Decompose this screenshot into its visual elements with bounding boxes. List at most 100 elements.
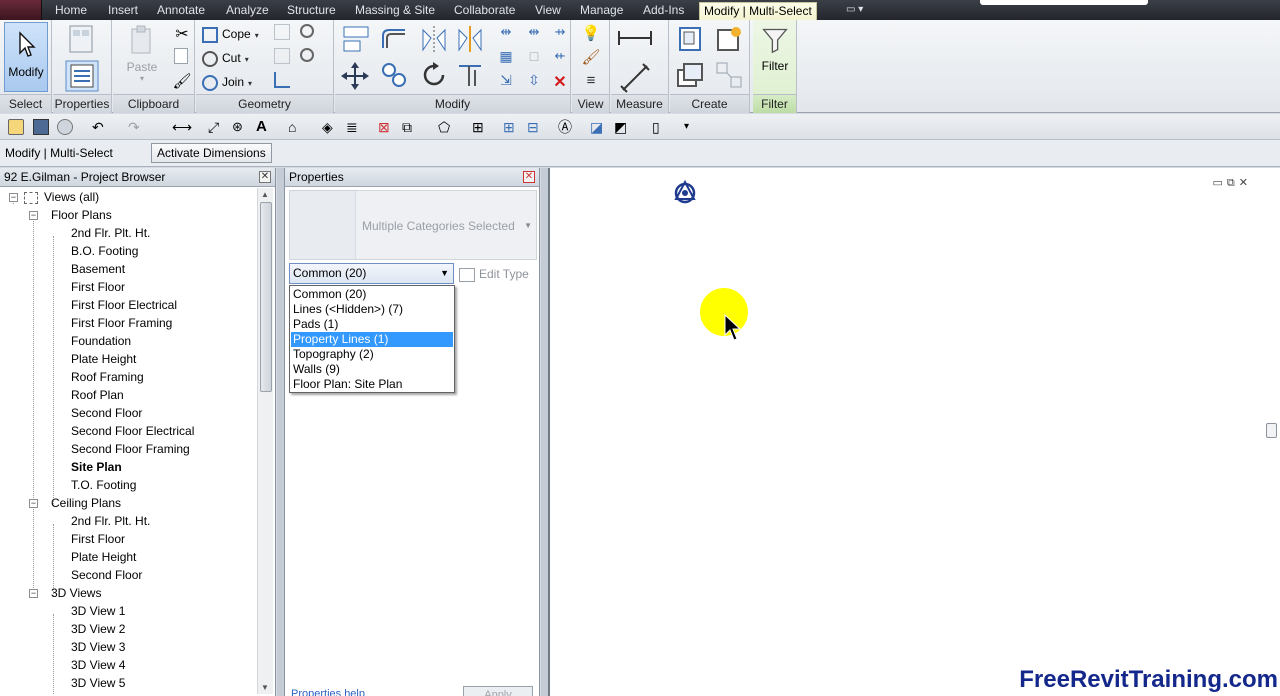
mirror-draw-axis-icon[interactable] — [455, 24, 485, 54]
grid-qat-icon[interactable]: ⊞ — [472, 119, 488, 135]
scale-icon[interactable]: □ — [523, 48, 545, 70]
tab-annotate[interactable]: Annotate — [153, 2, 209, 20]
aligned-dimension-icon[interactable] — [619, 62, 651, 94]
tab-manage[interactable]: Manage — [576, 2, 627, 20]
dropdown-option[interactable]: Walls (9) — [291, 362, 453, 377]
minimize-icon[interactable]: ▭ — [1213, 177, 1227, 189]
split-with-gap-icon[interactable]: ⇷ — [549, 48, 571, 70]
tree-3d-views[interactable]: 3D Views — [51, 584, 101, 602]
redo-icon[interactable]: ↷ — [128, 119, 144, 135]
floor-qat-icon[interactable]: ◪ — [590, 119, 606, 135]
measure-between-icon[interactable] — [617, 28, 653, 48]
copy-clipboard-icon[interactable] — [174, 48, 188, 64]
lightbulb-icon[interactable]: 💡 — [580, 24, 602, 46]
undo-icon[interactable]: ↶ — [92, 119, 108, 135]
tab-view[interactable]: View — [531, 2, 565, 20]
pin-icon[interactable]: ⇳ — [523, 72, 545, 94]
annotate-qat-icon[interactable]: Ⓐ — [558, 119, 574, 135]
tree-floor-plans[interactable]: Floor Plans — [51, 206, 112, 224]
mirror-pick-axis-icon[interactable] — [419, 24, 449, 54]
delete-icon[interactable]: ✕ — [549, 72, 571, 94]
project-browser-close-icon[interactable]: ✕ — [259, 171, 271, 183]
trim-multiple-icon[interactable]: ⇸ — [549, 24, 571, 46]
tree-item[interactable]: Roof Framing — [71, 368, 144, 386]
unpin-icon[interactable]: ⇲ — [495, 72, 517, 94]
join-button[interactable]: Join ▾ — [202, 72, 252, 92]
ribbon-minimize-icon[interactable]: ▭ ▾ — [846, 5, 872, 15]
3d-views-collapse-toggle[interactable]: − — [29, 589, 38, 598]
info-center-search[interactable] — [980, 0, 1148, 5]
properties-icon[interactable] — [65, 60, 99, 92]
apply-button[interactable]: Apply — [463, 686, 533, 696]
open-icon[interactable] — [8, 119, 24, 135]
paste-dropdown-icon[interactable]: ▾ — [121, 74, 163, 83]
create-similar-icon[interactable] — [714, 60, 744, 90]
tree-item[interactable]: Second Floor Electrical — [71, 422, 194, 440]
sync-central-icon[interactable] — [57, 119, 73, 135]
rotate-icon[interactable] — [419, 60, 449, 90]
split-element-icon[interactable]: ⇹ — [495, 24, 517, 46]
tree-item[interactable]: Roof Plan — [71, 386, 124, 404]
pick-new-icon[interactable] — [300, 48, 314, 62]
trim-extend-icon[interactable] — [455, 60, 485, 90]
restore-icon[interactable]: ⧉ — [1227, 177, 1239, 189]
section-qat-icon[interactable]: ◈ — [322, 119, 338, 135]
cut-dropdown-icon[interactable]: ▾ — [245, 55, 249, 64]
tree-item[interactable]: First Floor Electrical — [71, 296, 177, 314]
drawing-area[interactable]: ▭⧉✕ FreeRevitTraining.com — [548, 168, 1280, 696]
split-face-icon[interactable] — [274, 48, 290, 64]
edit-type-button[interactable]: Edit Type — [459, 264, 529, 284]
tree-ceiling-plans[interactable]: Ceiling Plans — [51, 494, 121, 512]
create-group-icon[interactable] — [676, 60, 706, 90]
dropdown-option[interactable]: Floor Plan: Site Plan — [291, 377, 453, 392]
array-icon[interactable]: ▦ — [495, 48, 517, 70]
tree-item[interactable]: Second Floor — [71, 404, 142, 422]
copy-icon[interactable] — [379, 60, 409, 90]
customize-qat-dropdown-icon[interactable]: ▾ — [684, 119, 700, 135]
tab-analyze[interactable]: Analyze — [222, 2, 273, 20]
create-assembly-icon[interactable] — [676, 24, 706, 54]
tree-item[interactable]: 3D View 4 — [71, 656, 125, 674]
tree-item[interactable]: Plate Height — [71, 548, 136, 566]
tab-collaborate[interactable]: Collaborate — [450, 2, 519, 20]
tile-windows-icon[interactable]: ⊞ — [503, 119, 519, 135]
tree-item[interactable]: First Floor — [71, 530, 125, 548]
switch-windows-icon[interactable]: ⧉ — [402, 119, 418, 135]
tree-item[interactable]: 3D View 3 — [71, 638, 125, 656]
wall-joins-icon[interactable] — [274, 24, 290, 40]
tree-item[interactable]: 2nd Flr. Plt. Ht. — [71, 224, 150, 242]
cut-geometry-button[interactable]: Cut ▾ — [202, 48, 249, 68]
tab-insert[interactable]: Insert — [104, 2, 142, 20]
create-parts-icon[interactable] — [714, 24, 744, 54]
dropdown-option[interactable]: Common (20) — [291, 287, 453, 302]
tree-item[interactable]: Second Floor — [71, 566, 142, 584]
tree-views-all[interactable]: Views (all) — [24, 188, 99, 206]
split-gap-icon[interactable]: ⇹ — [523, 24, 545, 46]
default-3d-view-icon[interactable]: ⌂ — [288, 119, 304, 135]
floor-plans-collapse-toggle[interactable]: − — [29, 211, 38, 220]
cascade-windows-icon[interactable]: ⊟ — [527, 119, 543, 135]
views-all-collapse-toggle[interactable]: − — [9, 193, 18, 202]
tree-item[interactable]: Plate Height — [71, 350, 136, 368]
tree-item-active-view[interactable]: Site Plan — [71, 458, 122, 476]
panel-splitter[interactable] — [541, 168, 548, 696]
close-icon[interactable]: ✕ — [1239, 177, 1252, 189]
move-icon[interactable] — [339, 60, 371, 92]
tree-item[interactable]: Second Floor Framing — [71, 440, 190, 458]
properties-close-icon[interactable]: ✕ — [523, 171, 535, 183]
tree-item[interactable]: First Floor — [71, 278, 125, 296]
linework-icon[interactable]: ≡ — [580, 72, 602, 94]
tree-item[interactable]: Foundation — [71, 332, 131, 350]
shape-qat-icon[interactable]: ⬠ — [438, 119, 454, 135]
type-selector[interactable]: Multiple Categories Selected ▼ — [289, 190, 537, 260]
modify-button[interactable]: Modify — [4, 22, 48, 92]
tree-item[interactable]: 3D View 2 — [71, 620, 125, 638]
filter-button[interactable]: Filter — [757, 26, 793, 73]
offset-icon[interactable] — [379, 24, 409, 54]
dropdown-option[interactable]: Pads (1) — [291, 317, 453, 332]
tab-modify-multi-select[interactable]: Modify | Multi-Select — [699, 2, 817, 20]
project-browser-scrollbar[interactable]: ▲ ▼ — [257, 188, 273, 694]
dropdown-option[interactable]: Topography (2) — [291, 347, 453, 362]
dropdown-option-selected[interactable]: Property Lines (1) — [291, 332, 453, 347]
join-dropdown-icon[interactable]: ▾ — [248, 79, 252, 88]
